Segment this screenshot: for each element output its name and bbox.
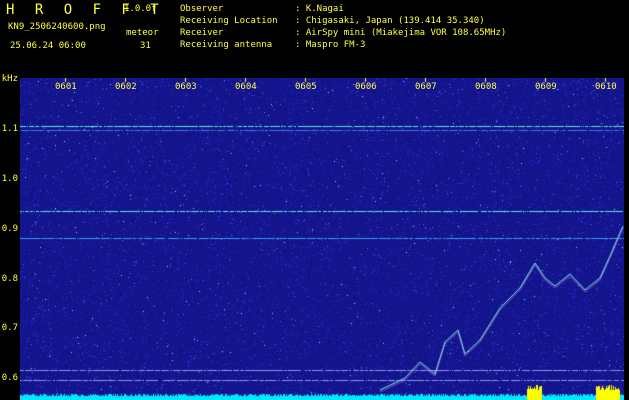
- y-tick-label: 0.8: [1, 274, 18, 284]
- x-tick-label: 0608: [475, 82, 497, 92]
- x-tick-label: 0603: [175, 82, 197, 92]
- antenna-value: : Maspro FM-3: [295, 40, 366, 50]
- datetime-text: 25.06.24 06:00: [10, 41, 86, 51]
- x-tick-label: 0606: [355, 82, 377, 92]
- meteor-count: 31: [140, 41, 151, 51]
- y-tick-label: 0.9: [1, 224, 18, 234]
- x-tick-label: 0604: [235, 82, 257, 92]
- hrofft-screen: H R O F F T 1.0.0f KN9_2506240600.png me…: [0, 0, 629, 400]
- y-tick-label: 0.7: [1, 323, 18, 333]
- x-tick-label: 0601: [55, 82, 77, 92]
- receiver-value: : AirSpy mini (Miakejima VOR 108.65MHz): [295, 28, 507, 38]
- x-tick-label: 0605: [295, 82, 317, 92]
- x-tick-label: 0602: [115, 82, 137, 92]
- y-tick-label: 1.1: [1, 124, 18, 134]
- x-tick-label: 0610: [595, 82, 617, 92]
- filename-text: KN9_2506240600.png: [8, 22, 106, 32]
- y-tick-label: 1.0: [1, 174, 18, 184]
- location-value: : Chigasaki, Japan (139.414 35.340): [295, 16, 485, 26]
- y-tick-label: 0.6: [1, 373, 18, 383]
- observer-label: Observer: [180, 4, 224, 14]
- spectrogram-canvas: [20, 78, 624, 400]
- x-tick-label: 0609: [535, 82, 557, 92]
- spectrogram-plot: [20, 78, 624, 400]
- x-tick-label: 0607: [415, 82, 437, 92]
- location-label: Receiving Location: [180, 16, 278, 26]
- version-text: 1.0.0f: [124, 4, 157, 14]
- observer-value: : K.Nagai: [295, 4, 344, 14]
- receiver-label: Receiver: [180, 28, 224, 38]
- antenna-label: Receiving antenna: [180, 40, 273, 50]
- y-unit-label: kHz: [1, 74, 18, 84]
- meteor-label: meteor: [126, 28, 159, 38]
